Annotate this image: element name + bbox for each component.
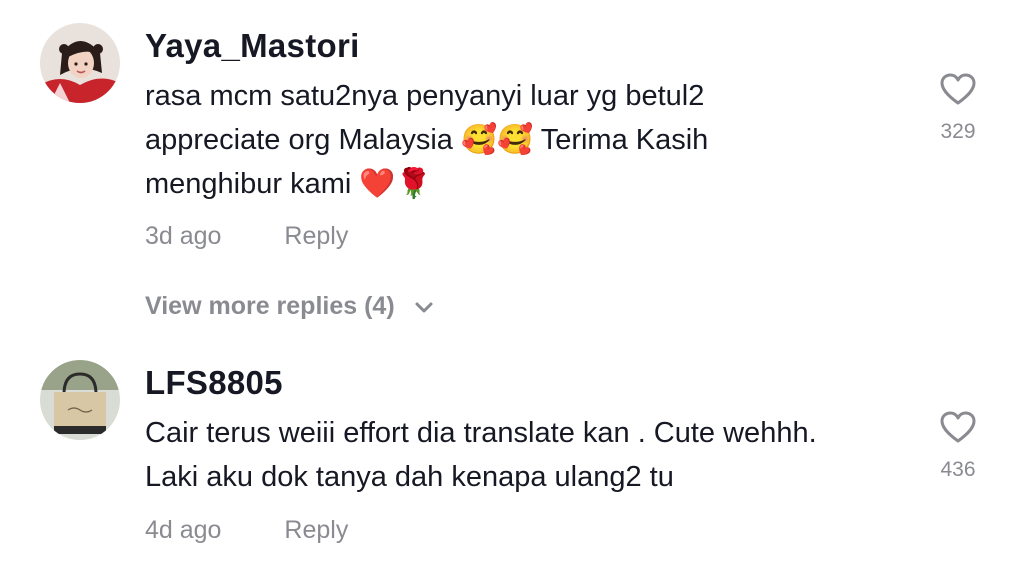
reply-button[interactable]: Reply (284, 222, 348, 251)
comment-timestamp: 4d ago (145, 516, 222, 544)
like-button[interactable]: 329 (936, 72, 980, 144)
heart-icon (940, 411, 976, 443)
comment-meta: 3d ago Reply (145, 222, 348, 251)
comment-username[interactable]: LFS8805 (145, 364, 283, 402)
like-count: 436 (940, 458, 976, 481)
avatar[interactable] (40, 360, 120, 440)
view-more-replies-label: View more replies (4) (145, 292, 395, 320)
like-button[interactable]: 436 (936, 410, 980, 482)
comment-meta: 4d ago Reply (145, 516, 348, 545)
comment-text: Cair terus weiii effort dia translate ka… (145, 417, 817, 493)
heart-icon (940, 73, 976, 105)
comment-timestamp: 3d ago (145, 222, 222, 250)
reply-button[interactable]: Reply (284, 516, 348, 545)
view-more-replies-button[interactable]: View more replies (4) (145, 292, 434, 321)
comment-text: rasa mcm satu2nya penyanyi luar yg betul… (145, 80, 709, 200)
comment-item: Yaya_Mastori rasa mcm satu2nya penyanyi … (0, 0, 1028, 260)
chevron-down-icon (415, 302, 433, 313)
comment-username[interactable]: Yaya_Mastori (145, 27, 360, 65)
user-avatar-girl-icon (40, 23, 120, 103)
tote-bag-avatar-icon (40, 360, 120, 440)
comment-item: LFS8805 Cair terus weiii effort dia tran… (0, 350, 1028, 568)
like-count: 329 (940, 120, 976, 143)
avatar[interactable] (40, 23, 120, 103)
